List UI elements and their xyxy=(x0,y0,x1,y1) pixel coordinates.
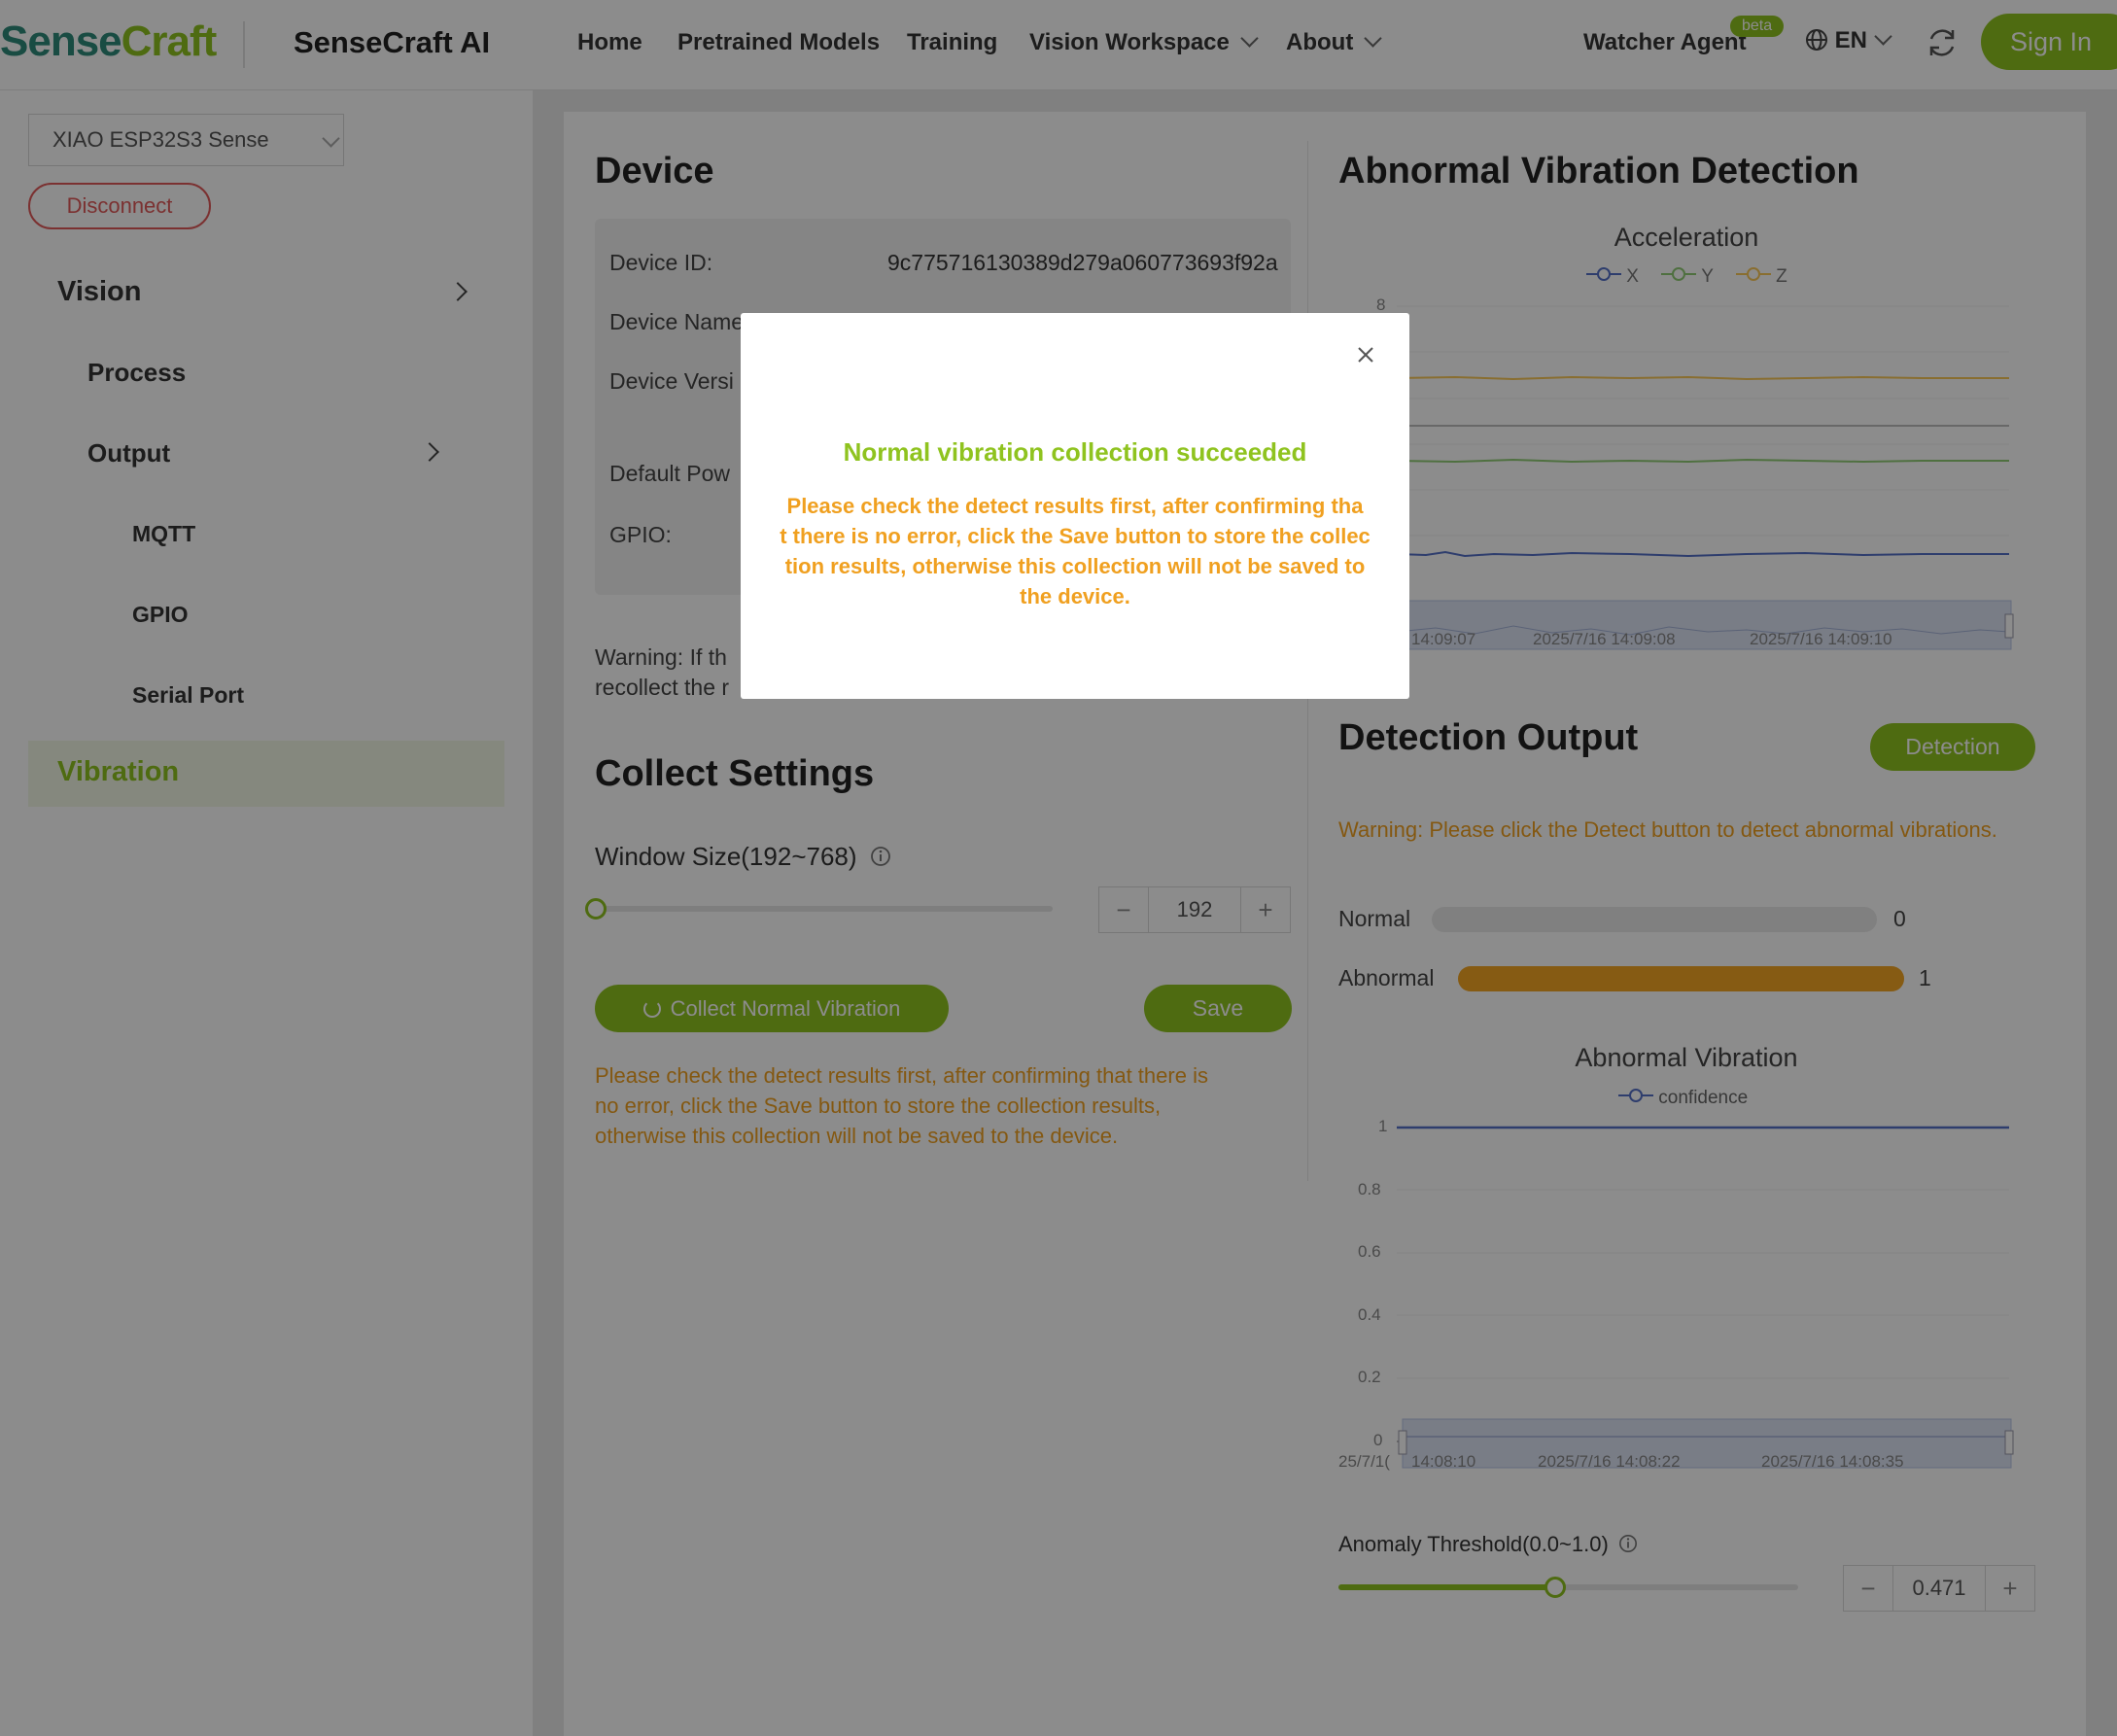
modal-message-line2: t there is no error, click the Save butt… xyxy=(780,524,1371,548)
modal-close-button[interactable] xyxy=(1351,340,1380,369)
close-icon xyxy=(1358,347,1373,363)
modal-message-line1: Please check the detect results first, a… xyxy=(786,494,1364,518)
modal-message-line3: tion results, otherwise this collection … xyxy=(784,554,1366,578)
modal-title: Normal vibration collection succeeded xyxy=(843,437,1307,467)
modal-message-line4: the device. xyxy=(1020,584,1130,608)
modal-overlay[interactable] xyxy=(0,0,2117,1736)
modal-message: Please check the detect results first, a… xyxy=(768,491,1382,611)
